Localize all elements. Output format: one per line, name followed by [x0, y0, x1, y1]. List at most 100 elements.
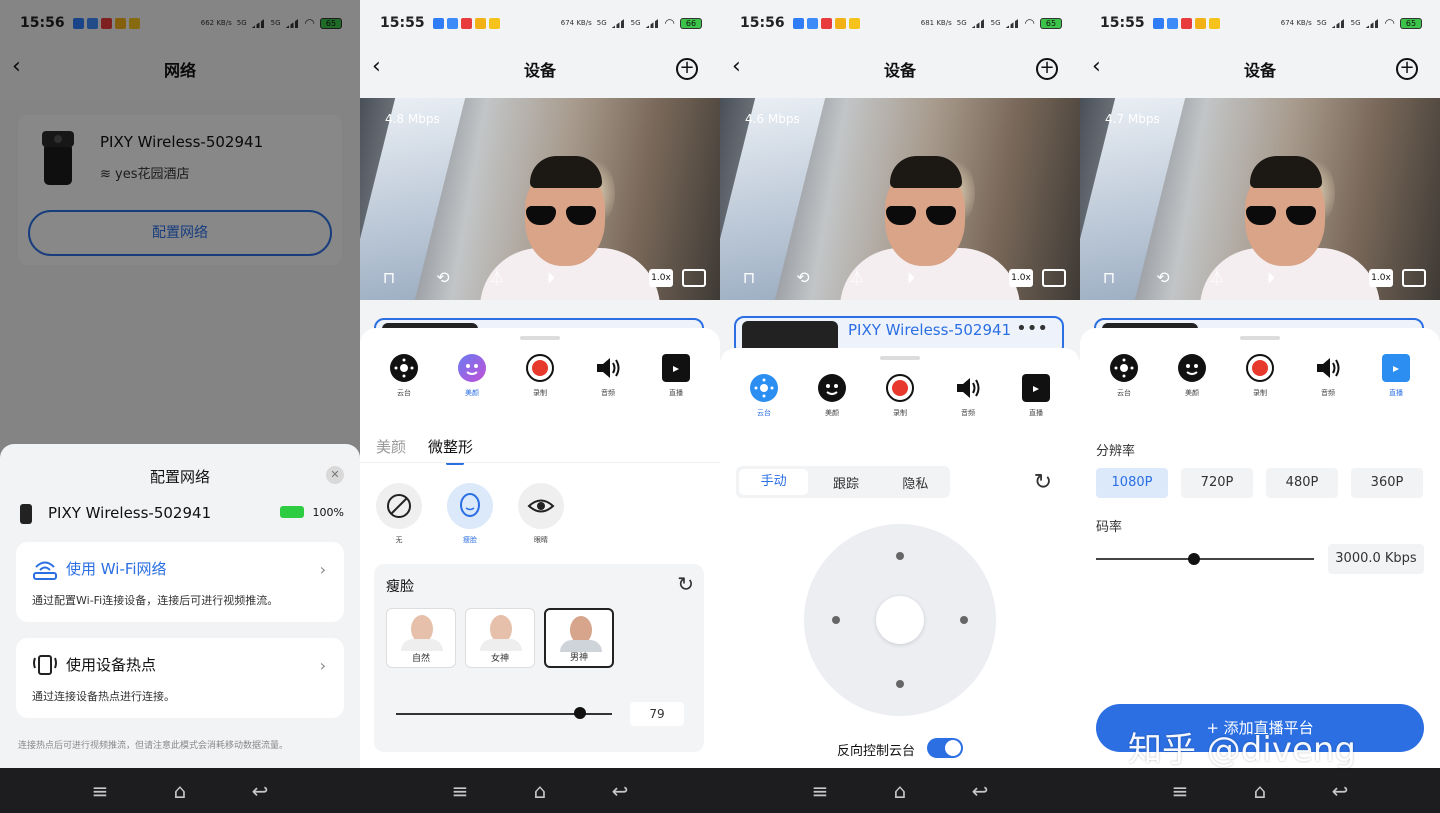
back-nav-icon[interactable]: ↩	[965, 779, 995, 803]
slim-slider-knob[interactable]	[573, 707, 586, 719]
back-icon[interactable]: ‹	[1092, 56, 1112, 80]
tool-live[interactable]: 直播	[1371, 354, 1421, 398]
back-icon[interactable]: ‹	[372, 56, 392, 80]
joystick-icon	[1110, 354, 1138, 382]
app-notify-icon	[792, 17, 804, 29]
unlock-icon[interactable]: ⊓	[738, 268, 760, 288]
hotspot-option-desc: 通过连接设备热点进行连接。	[32, 690, 175, 703]
sheet-handle[interactable]	[520, 336, 560, 340]
tool-live[interactable]: 直播	[1011, 374, 1061, 418]
home-icon[interactable]: ⌂	[1245, 779, 1275, 803]
tool-record[interactable]: 录制	[875, 374, 925, 418]
flip-icon[interactable]: ⏵	[900, 268, 922, 288]
menu-icon[interactable]: ≡	[85, 779, 115, 803]
down-dot	[896, 680, 904, 688]
back-nav-icon[interactable]: ↩	[605, 779, 635, 803]
unlock-icon[interactable]: ⊓	[378, 268, 400, 288]
tool-ptz[interactable]: 云台	[739, 374, 789, 418]
joystick-knob[interactable]	[876, 596, 924, 644]
hotspot-option[interactable]: 使用设备热点 通过连接设备热点进行连接。 ›	[16, 638, 344, 718]
phone-stream: 15:55 674 KB/s 5G 5G ◠ 65 ‹ 设备 + 4.7 Mbp…	[1080, 0, 1440, 813]
mirror-icon[interactable]: ⏃	[1206, 268, 1228, 288]
tool-live[interactable]: 直播	[651, 354, 701, 398]
mode-track[interactable]: 跟踪	[811, 473, 880, 492]
tab-beauty[interactable]: 美颜	[376, 436, 406, 457]
zoom-badge[interactable]: 1.0x	[1009, 269, 1033, 287]
tool-audio[interactable]: 音频	[943, 374, 993, 418]
res-720p[interactable]: 720P	[1181, 468, 1253, 498]
camera-preview[interactable]: 4.6 Mbps ⊓ ⟲ ⏃ ⏵ 1.0x	[720, 98, 1080, 300]
tool-ptz[interactable]: 云台	[1099, 354, 1149, 398]
tool-record[interactable]: 录制	[515, 354, 565, 398]
res-1080p[interactable]: 1080P	[1096, 468, 1168, 498]
zoom-badge[interactable]: 1.0x	[1369, 269, 1393, 287]
battery-icon: 66	[680, 17, 702, 29]
tool-beauty[interactable]: 美颜	[807, 374, 857, 418]
tool-ptz[interactable]: 云台	[379, 354, 429, 398]
camera-preview[interactable]: 4.8 Mbps ⊓ ⟲ ⏃ ⏵ 1.0x	[360, 98, 720, 300]
reverse-toggle[interactable]	[927, 738, 963, 758]
rotate-icon[interactable]: ⟲	[432, 268, 454, 288]
tool-beauty[interactable]: 美颜	[1167, 354, 1217, 398]
rotate-icon[interactable]: ⟲	[1152, 268, 1174, 288]
close-icon[interactable]: ✕	[326, 466, 344, 484]
camera-preview[interactable]: 4.7 Mbps ⊓ ⟲ ⏃ ⏵ 1.0x	[1080, 98, 1440, 300]
ptz-joystick[interactable]	[804, 524, 996, 716]
home-icon[interactable]: ⌂	[525, 779, 555, 803]
res-360p[interactable]: 360P	[1351, 468, 1423, 498]
more-icon[interactable]: •••	[1016, 318, 1048, 339]
nav-bar: ‹ 设备 +	[360, 48, 720, 90]
bitrate-slider-knob[interactable]	[1188, 553, 1201, 565]
bitrate-value[interactable]: 3000.0 Kbps	[1328, 544, 1424, 574]
effect-slim-face[interactable]: 瘦脸	[447, 483, 493, 545]
flip-icon[interactable]: ⏵	[1260, 268, 1282, 288]
back-icon[interactable]: ‹	[732, 56, 752, 80]
mode-manual[interactable]: 手动	[739, 469, 809, 495]
menu-icon[interactable]: ≡	[805, 779, 835, 803]
mode-privacy[interactable]: 隐私	[881, 473, 950, 492]
tool-audio[interactable]: 音频	[583, 354, 633, 398]
unlock-icon[interactable]: ⊓	[1098, 268, 1120, 288]
reset-icon[interactable]: ↻	[677, 572, 694, 596]
tool-audio[interactable]: 音频	[1303, 354, 1353, 398]
preset-god[interactable]: 男神	[544, 608, 614, 668]
res-480p[interactable]: 480P	[1266, 468, 1338, 498]
device-name: PIXY Wireless-502941	[848, 321, 1012, 339]
left-dot	[832, 616, 840, 624]
menu-icon[interactable]: ≡	[1165, 779, 1195, 803]
back-nav-icon[interactable]: ↩	[245, 779, 275, 803]
reset-icon[interactable]: ↻	[1034, 470, 1052, 495]
wifi-option[interactable]: 使用 Wi-Fi网络 通过配置Wi-Fi连接设备，连接后可进行视频推流。 ›	[16, 542, 344, 622]
tab-shape[interactable]: 微整形	[428, 436, 473, 457]
mirror-icon[interactable]: ⏃	[846, 268, 868, 288]
add-icon[interactable]: +	[676, 58, 698, 80]
mirror-icon[interactable]: ⏃	[486, 268, 508, 288]
home-icon[interactable]: ⌂	[165, 779, 195, 803]
signal-label: 5G	[630, 19, 641, 27]
add-icon[interactable]: +	[1036, 58, 1058, 80]
app-notify-icon	[460, 17, 472, 29]
slim-value[interactable]: 79	[630, 702, 684, 726]
joystick-icon	[390, 354, 418, 382]
tool-record[interactable]: 录制	[1235, 354, 1285, 398]
fullscreen-icon[interactable]	[682, 269, 706, 287]
signal-icon	[971, 18, 986, 28]
zoom-badge[interactable]: 1.0x	[649, 269, 673, 287]
tool-beauty[interactable]: 美颜	[447, 354, 497, 398]
sheet-handle[interactable]	[880, 356, 920, 360]
fullscreen-icon[interactable]	[1402, 269, 1426, 287]
effect-eyes[interactable]: 眼睛	[518, 483, 564, 545]
fullscreen-icon[interactable]	[1042, 269, 1066, 287]
bitrate-slider-track[interactable]	[1096, 558, 1314, 560]
preset-natural[interactable]: 自然	[386, 608, 456, 668]
menu-icon[interactable]: ≡	[445, 779, 475, 803]
add-icon[interactable]: +	[1396, 58, 1418, 80]
effect-none[interactable]: 无	[376, 483, 422, 545]
rotate-icon[interactable]: ⟲	[792, 268, 814, 288]
sheet-handle[interactable]	[1240, 336, 1280, 340]
preset-goddess[interactable]: 女神	[465, 608, 535, 668]
flip-icon[interactable]: ⏵	[540, 268, 562, 288]
app-notify-icon	[1152, 17, 1164, 29]
home-icon[interactable]: ⌂	[885, 779, 915, 803]
back-nav-icon[interactable]: ↩	[1325, 779, 1355, 803]
